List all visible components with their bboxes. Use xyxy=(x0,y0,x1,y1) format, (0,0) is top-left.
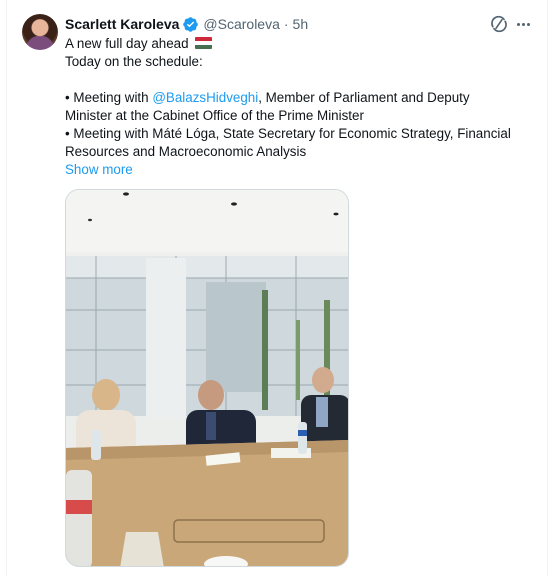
tweet-photo[interactable] xyxy=(65,189,349,567)
text-blank-line xyxy=(65,71,535,89)
author-handle[interactable]: @Scaroleva xyxy=(203,15,279,33)
text-line: • Meeting with @BalazsHidveghi, Member o… xyxy=(65,90,470,105)
tweet-header: Scarlett Karoleva @Scaroleva · 5h xyxy=(65,15,308,33)
hungary-flag-emoji xyxy=(195,37,213,49)
tweet-text: A new full day ahead Today on the schedu… xyxy=(65,35,535,161)
text-line: • Meeting with Máté Lóga, State Secretar… xyxy=(65,126,511,141)
more-options-icon[interactable] xyxy=(513,14,533,34)
text-line: A new full day ahead xyxy=(65,35,535,53)
text-line: Minister at the Cabinet Office of the Pr… xyxy=(65,108,364,123)
show-more-link[interactable]: Show more xyxy=(65,161,133,179)
separator-dot: · xyxy=(283,16,289,32)
post-time[interactable]: 5h xyxy=(293,15,309,33)
text-line: Today on the schedule: xyxy=(65,54,203,69)
mention-link[interactable]: @BalazsHidveghi xyxy=(152,90,258,105)
text-line: Resources and Macroeconomic Analysis xyxy=(65,144,307,159)
author-name[interactable]: Scarlett Karoleva xyxy=(65,15,179,33)
grok-icon[interactable] xyxy=(489,14,509,34)
author-avatar[interactable] xyxy=(22,14,58,50)
verified-badge-icon[interactable] xyxy=(182,16,199,33)
